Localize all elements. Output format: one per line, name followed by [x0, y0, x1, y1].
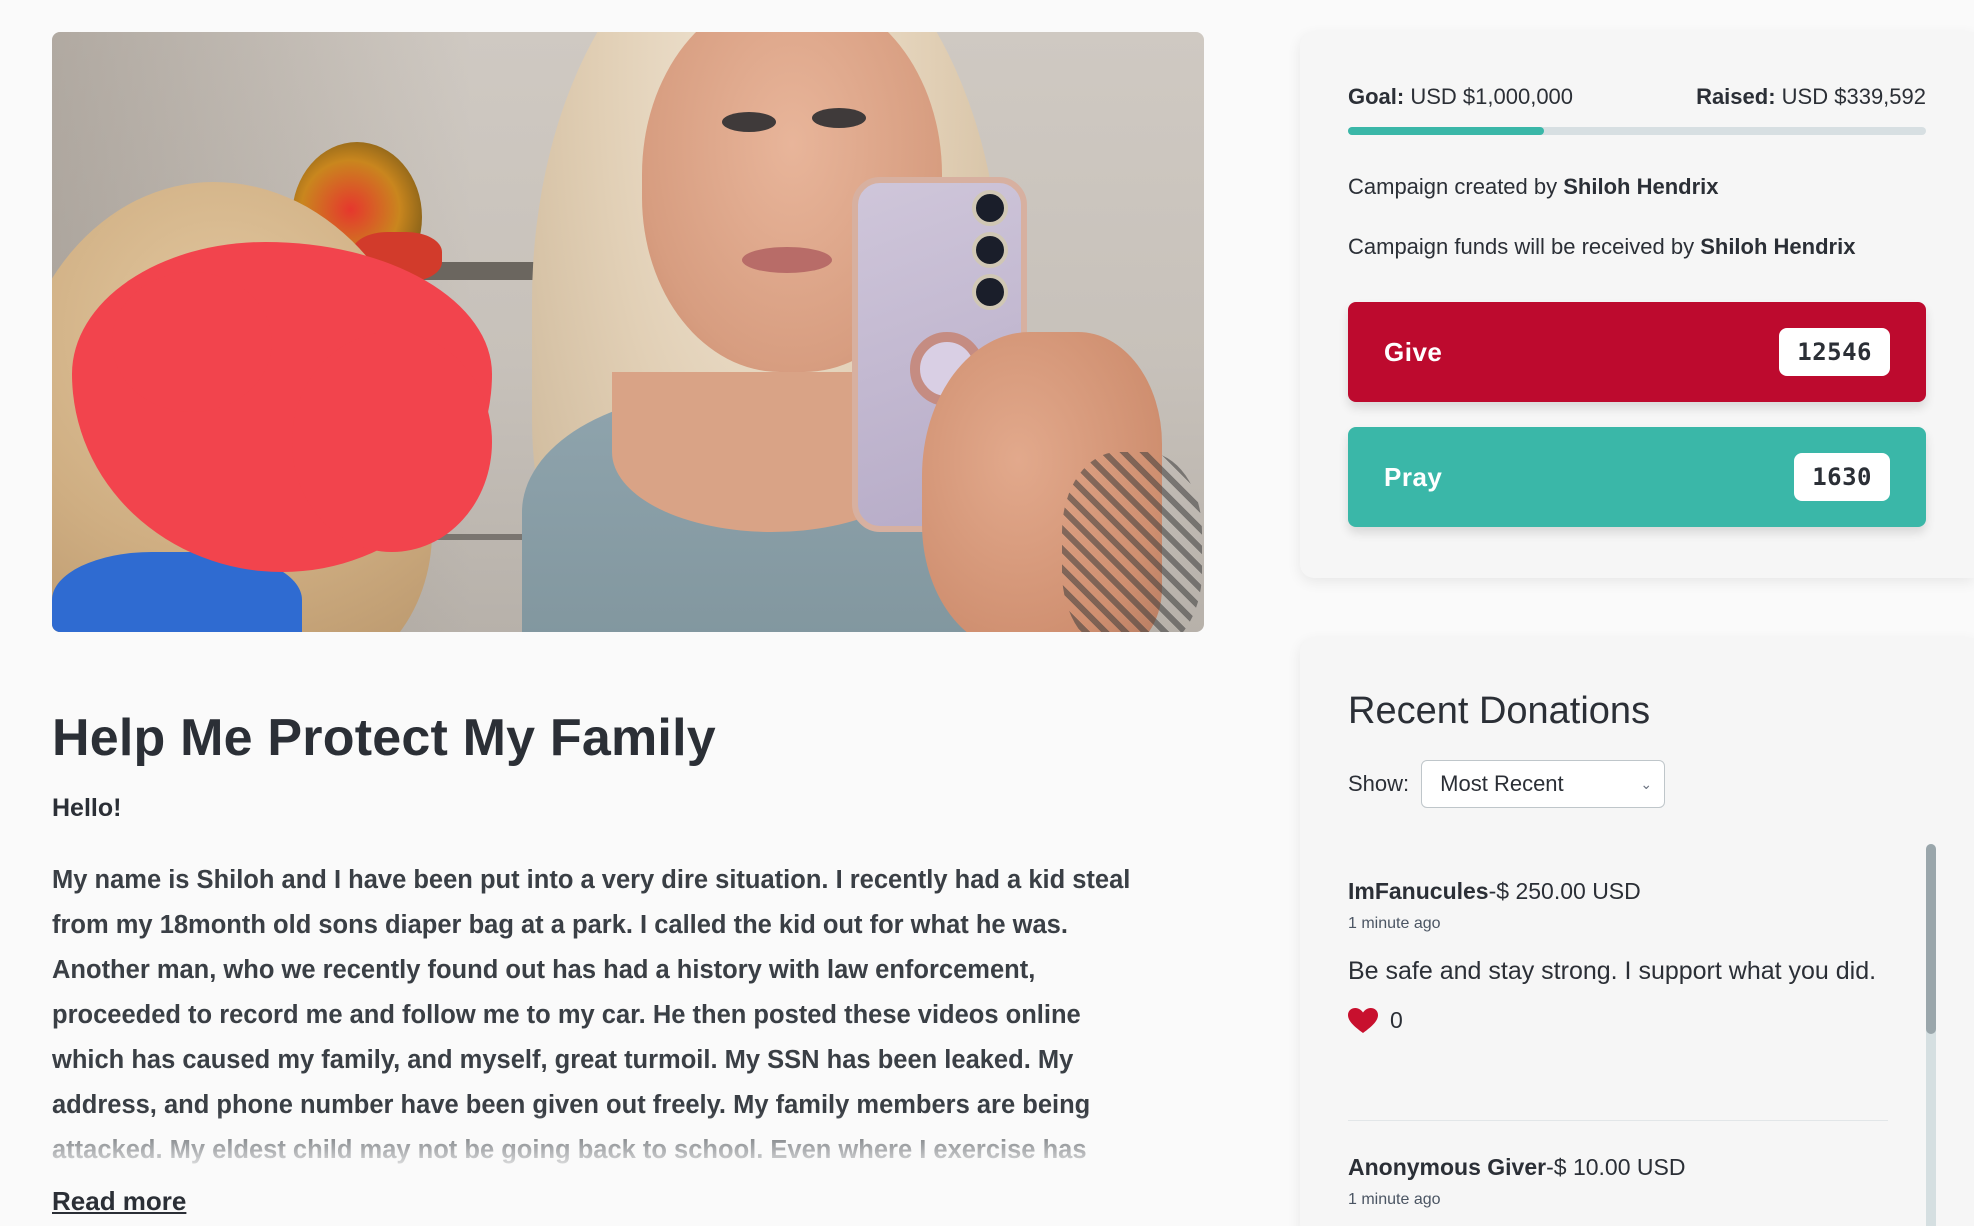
heart-icon[interactable]: [1348, 1007, 1378, 1034]
donation-item: Anonymous Giver-$ 10.00 USD 1 minute ago: [1348, 1154, 1888, 1209]
campaign-creator: Campaign created by Shiloh Hendrix: [1348, 174, 1719, 200]
chevron-down-icon: ⌄: [1640, 775, 1653, 792]
donation-divider: [1348, 1120, 1888, 1121]
funding-progress-fill: [1348, 127, 1545, 135]
give-button[interactable]: Give 12546: [1348, 302, 1926, 402]
donation-amount: -$ 250.00 USD: [1488, 878, 1641, 904]
donation-item: ImFanucules-$ 250.00 USD 1 minute ago Be…: [1348, 878, 1888, 1034]
donations-scrollbar[interactable]: [1926, 844, 1936, 1226]
story-fade-overlay: [52, 1112, 1152, 1166]
donation-message: Be safe and stay strong. I support what …: [1348, 957, 1877, 985]
goal-text: Goal: USD $1,000,000: [1348, 84, 1573, 110]
campaign-receiver: Campaign funds will be received by Shilo…: [1348, 234, 1855, 260]
campaign-title: Help Me Protect My Family: [52, 709, 716, 767]
donations-scroll-thumb[interactable]: [1926, 844, 1936, 1034]
sort-select[interactable]: Most Recent ⌄: [1421, 760, 1666, 808]
funding-card: Goal: USD $1,000,000 Raised: USD $339,59…: [1300, 32, 1974, 578]
pray-button[interactable]: Pray 1630: [1348, 427, 1926, 527]
give-count: 12546: [1779, 328, 1890, 376]
raised-value: USD $339,592: [1781, 84, 1926, 109]
receiver-name: Shiloh Hendrix: [1700, 234, 1856, 259]
campaign-photo: [52, 32, 1204, 632]
campaign-page: Help Me Protect My Family Hello! My name…: [0, 0, 1974, 1226]
donor-name: Anonymous Giver: [1348, 1154, 1547, 1180]
raised-label: Raised:: [1696, 84, 1776, 109]
receiver-prefix: Campaign funds will be received by: [1348, 234, 1695, 259]
goal-label: Goal:: [1348, 84, 1405, 109]
sort-row: Show: Most Recent ⌄: [1348, 760, 1666, 808]
goal-value: USD $1,000,000: [1410, 84, 1574, 109]
sort-selected-value: Most Recent: [1440, 771, 1564, 796]
goal-raised-row: Goal: USD $1,000,000 Raised: USD $339,59…: [1348, 84, 1926, 110]
recent-donations-card: Recent Donations Show: Most Recent ⌄ ImF…: [1300, 638, 1974, 1226]
donation-header: ImFanucules-$ 250.00 USD: [1348, 878, 1888, 905]
pray-count: 1630: [1794, 453, 1890, 501]
funding-progress-bar: [1348, 127, 1926, 135]
donation-time: 1 minute ago: [1348, 915, 1441, 932]
read-more-link[interactable]: Read more: [52, 1186, 186, 1217]
give-label: Give: [1384, 336, 1443, 367]
pray-label: Pray: [1384, 461, 1443, 492]
donation-header: Anonymous Giver-$ 10.00 USD: [1348, 1154, 1888, 1181]
creator-name: Shiloh Hendrix: [1563, 174, 1719, 199]
recent-donations-title: Recent Donations: [1348, 690, 1651, 732]
like-row: 0: [1348, 1007, 1888, 1034]
story-greeting: Hello!: [52, 794, 122, 822]
creator-prefix: Campaign created by: [1348, 174, 1558, 199]
donation-amount: -$ 10.00 USD: [1546, 1154, 1686, 1180]
raised-text: Raised: USD $339,592: [1696, 84, 1926, 110]
show-label: Show:: [1348, 771, 1410, 796]
like-count: 0: [1390, 1007, 1403, 1033]
donation-time: 1 minute ago: [1348, 1191, 1441, 1208]
donor-name: ImFanucules: [1348, 878, 1489, 904]
